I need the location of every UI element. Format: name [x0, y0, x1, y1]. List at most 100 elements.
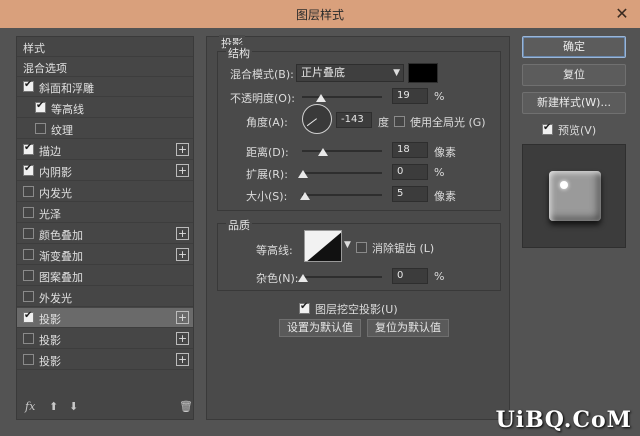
- distance-slider-handle[interactable]: [318, 148, 328, 156]
- shadow-color-swatch[interactable]: [408, 63, 438, 83]
- contour-dropdown-icon[interactable]: ▼: [344, 240, 351, 250]
- angle-dial-hand: [306, 118, 317, 127]
- style-item[interactable]: 内发光: [17, 182, 193, 202]
- style-item[interactable]: 颜色叠加 +: [17, 224, 193, 244]
- reset-default-button[interactable]: 复位为默认值: [367, 319, 449, 337]
- opacity-slider-handle[interactable]: [316, 94, 326, 102]
- angle-input[interactable]: -143: [336, 112, 372, 128]
- style-item-checkbox[interactable]: [23, 163, 34, 176]
- style-item[interactable]: 描边 +: [17, 140, 193, 160]
- angle-dial[interactable]: [302, 104, 332, 134]
- style-item-checkbox[interactable]: [23, 79, 34, 92]
- style-item-checkbox[interactable]: [23, 228, 34, 239]
- antialias-checkbox[interactable]: [356, 242, 367, 253]
- trash-icon[interactable]: 🗑: [179, 400, 193, 413]
- style-item-checkbox[interactable]: [23, 270, 34, 281]
- fx-icon[interactable]: fx: [25, 400, 35, 413]
- blend-mode-select[interactable]: 正片叠底 ▼: [296, 64, 404, 82]
- knockout-label: 图层挖空投影(U): [315, 303, 398, 316]
- angle-unit: 度: [378, 116, 389, 129]
- blend-options-label: 混合选项: [23, 62, 67, 75]
- styles-header[interactable]: 样式: [17, 37, 193, 57]
- style-item-checkbox[interactable]: [23, 207, 34, 218]
- add-style-icon[interactable]: +: [176, 227, 189, 240]
- add-style-icon[interactable]: +: [176, 332, 189, 345]
- opacity-slider[interactable]: [302, 96, 382, 98]
- window-title: 图层样式: [295, 8, 344, 22]
- style-item-checkbox[interactable]: [23, 310, 34, 323]
- style-item[interactable]: 斜面和浮雕: [17, 77, 193, 97]
- style-item-label: 渐变叠加: [39, 250, 83, 263]
- drop-shadow-panel: 投影 结构 混合模式(B): 正片叠底 ▼ 不透明度(O): 19 % 角度(A…: [206, 35, 510, 420]
- distance-slider[interactable]: [302, 150, 382, 152]
- contour-label: 等高线:: [256, 244, 293, 257]
- noise-input[interactable]: 0: [392, 268, 428, 284]
- style-item[interactable]: 投影 +: [17, 329, 193, 349]
- blend-mode-value: 正片叠底: [301, 66, 345, 79]
- style-item-label: 图案叠加: [39, 271, 83, 284]
- noise-slider-handle[interactable]: [298, 274, 308, 282]
- noise-unit: %: [434, 270, 445, 283]
- style-item[interactable]: 纹理: [17, 119, 193, 139]
- arrow-up-icon[interactable]: ⬆: [49, 400, 58, 413]
- style-item[interactable]: 图案叠加: [17, 266, 193, 286]
- add-style-icon[interactable]: +: [176, 353, 189, 366]
- style-item-checkbox[interactable]: [23, 186, 34, 197]
- styles-list: 样式 混合选项 斜面和浮雕等高线纹理描边 + 内阴影 + 内发光光泽颜色叠加 + 渐变叠加 +…: [16, 36, 194, 420]
- preview-checkbox[interactable]: [542, 122, 553, 135]
- add-style-icon[interactable]: +: [176, 164, 189, 177]
- global-light-label: 使用全局光 (G): [410, 116, 486, 129]
- chevron-down-icon: ▼: [393, 68, 400, 78]
- distance-input[interactable]: 18: [392, 142, 428, 158]
- arrow-down-icon[interactable]: ⬇: [69, 400, 78, 413]
- style-item-checkbox[interactable]: [23, 333, 34, 344]
- style-preview: [522, 144, 626, 248]
- style-item-label: 内发光: [39, 187, 72, 200]
- quality-title: 品质: [226, 217, 252, 233]
- new-style-button[interactable]: 新建样式(W)...: [522, 92, 626, 114]
- structure-group: 结构 混合模式(B): 正片叠底 ▼ 不透明度(O): 19 % 角度(A): …: [217, 45, 501, 211]
- size-unit: 像素: [434, 190, 456, 203]
- reset-button[interactable]: 复位: [522, 64, 626, 86]
- style-item-label: 纹理: [51, 124, 73, 137]
- contour-picker[interactable]: [304, 230, 342, 262]
- close-icon[interactable]: ✕: [612, 4, 632, 24]
- style-item-checkbox[interactable]: [23, 354, 34, 365]
- size-slider[interactable]: [302, 194, 382, 196]
- noise-label: 杂色(N):: [256, 272, 299, 285]
- style-item-checkbox[interactable]: [35, 123, 46, 134]
- knockout-checkbox[interactable]: [299, 301, 310, 314]
- style-item-checkbox[interactable]: [23, 142, 34, 155]
- styles-header-label: 样式: [23, 42, 45, 55]
- spread-input[interactable]: 0: [392, 164, 428, 180]
- style-item[interactable]: 渐变叠加 +: [17, 245, 193, 265]
- style-item[interactable]: 光泽: [17, 203, 193, 223]
- watermark-logo: UiBQ.CoM: [495, 407, 632, 433]
- style-item-label: 光泽: [39, 208, 61, 221]
- opacity-input[interactable]: 19: [392, 88, 428, 104]
- style-item[interactable]: 投影 +: [17, 308, 193, 328]
- style-item-checkbox[interactable]: [35, 100, 46, 113]
- style-item[interactable]: 等高线: [17, 98, 193, 118]
- noise-slider[interactable]: [302, 276, 382, 278]
- spread-slider-handle[interactable]: [298, 170, 308, 178]
- spread-slider[interactable]: [302, 172, 382, 174]
- style-item[interactable]: 内阴影 +: [17, 161, 193, 181]
- style-item-checkbox[interactable]: [23, 291, 34, 302]
- blend-options-item[interactable]: 混合选项: [17, 57, 193, 77]
- title-bar: 图层样式 ✕: [0, 0, 640, 28]
- style-item-label: 外发光: [39, 292, 72, 305]
- size-input[interactable]: 5: [392, 186, 428, 202]
- ok-button[interactable]: 确定: [522, 36, 626, 58]
- global-light-checkbox[interactable]: [394, 116, 405, 127]
- style-item[interactable]: 外发光: [17, 287, 193, 307]
- structure-title: 结构: [226, 45, 252, 61]
- make-default-button[interactable]: 设置为默认值: [279, 319, 361, 337]
- style-item[interactable]: 投影 +: [17, 350, 193, 370]
- add-style-icon[interactable]: +: [176, 311, 189, 324]
- size-slider-handle[interactable]: [300, 192, 310, 200]
- style-item-checkbox[interactable]: [23, 249, 34, 260]
- add-style-icon[interactable]: +: [176, 248, 189, 261]
- add-style-icon[interactable]: +: [176, 143, 189, 156]
- distance-unit: 像素: [434, 146, 456, 159]
